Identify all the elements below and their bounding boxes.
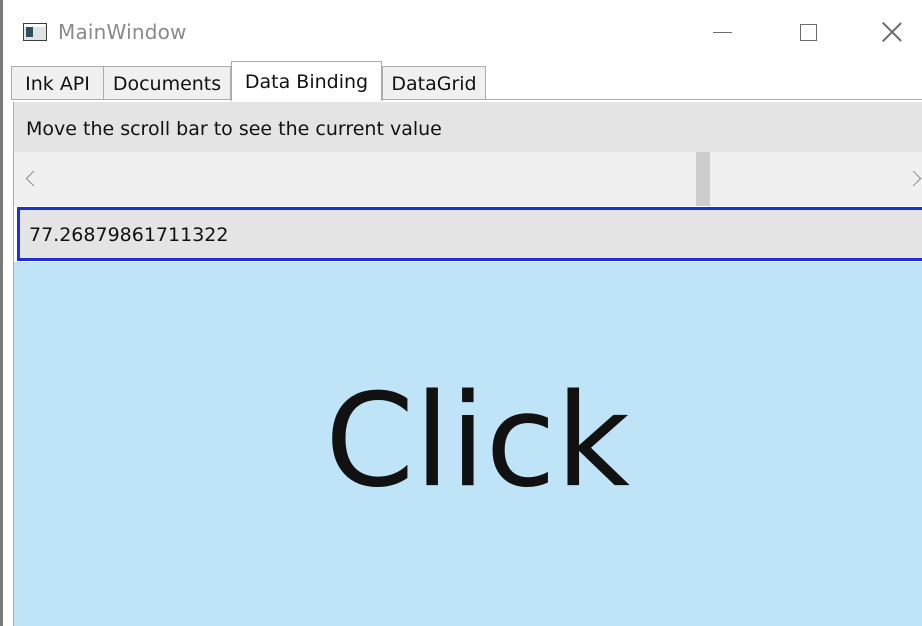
close-button[interactable]	[869, 12, 915, 52]
current-value-text: 77.26879861711322	[29, 224, 229, 246]
scrollbar-thumb[interactable]	[696, 152, 710, 206]
instruction-text: Move the scroll bar to see the current v…	[26, 118, 442, 140]
maximize-icon	[799, 23, 817, 41]
tab-content-data-binding: Move the scroll bar to see the current v…	[13, 102, 922, 626]
tab-datagrid[interactable]: DataGrid	[382, 66, 486, 100]
tab-documents[interactable]: Documents	[103, 66, 231, 100]
maximize-button[interactable]	[785, 12, 831, 52]
tab-panel-divider	[11, 99, 922, 100]
main-window: MainWindow Ink API Documents Data Bindin…	[0, 0, 922, 626]
current-value-field[interactable]: 77.26879861711322	[17, 207, 922, 261]
app-window-icon	[23, 23, 47, 41]
minimize-button[interactable]	[699, 12, 745, 52]
horizontal-scrollbar[interactable]	[14, 152, 922, 206]
instruction-label: Move the scroll bar to see the current v…	[14, 102, 922, 152]
scroll-left-arrow-icon[interactable]	[22, 169, 42, 189]
window-title: MainWindow	[58, 20, 187, 44]
click-button-label: Click	[325, 366, 630, 516]
close-icon	[881, 21, 903, 43]
scroll-right-arrow-icon[interactable]	[906, 169, 922, 189]
click-button[interactable]: Click	[14, 262, 922, 626]
title-bar[interactable]: MainWindow	[3, 0, 922, 62]
tab-ink-api[interactable]: Ink API	[11, 66, 104, 100]
minimize-icon	[712, 31, 732, 33]
tab-data-binding[interactable]: Data Binding	[231, 61, 382, 101]
